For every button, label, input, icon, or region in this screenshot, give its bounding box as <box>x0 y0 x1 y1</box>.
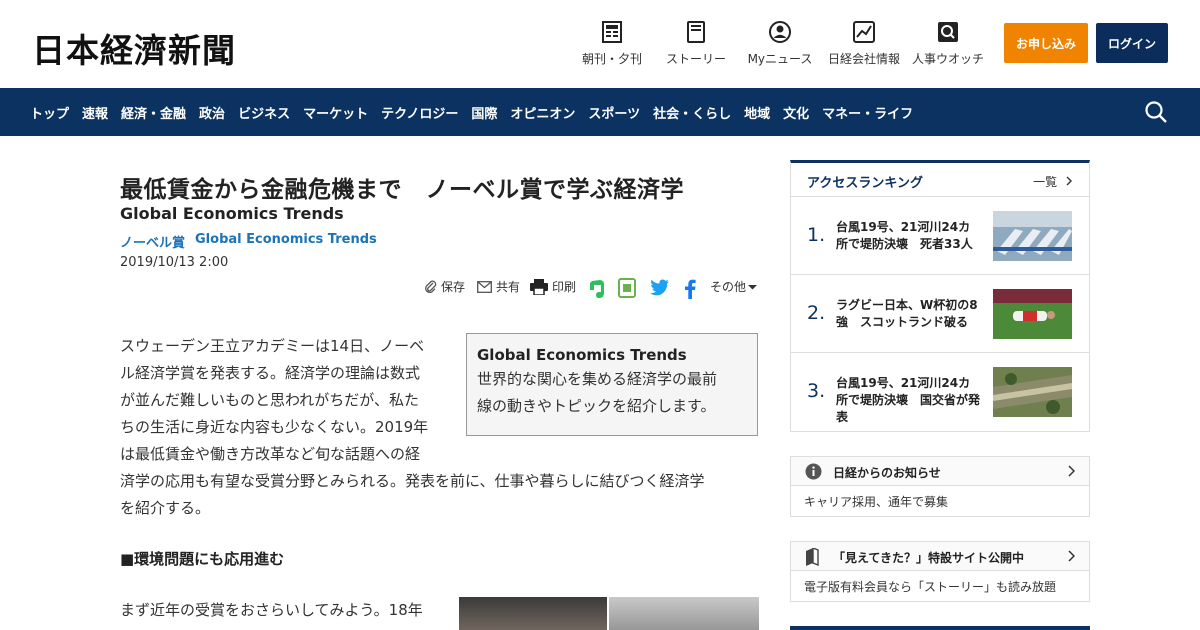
notice-title: 日経からのお知らせ <box>833 466 941 480</box>
nav-item[interactable]: テクノロジー <box>381 103 458 122</box>
ranking-title: アクセスランキング <box>807 176 923 191</box>
article-line: を紹介する。 <box>120 499 211 517</box>
tag-link[interactable]: Global Economics Trends <box>195 232 377 251</box>
nav-item[interactable]: トップ <box>30 103 69 122</box>
site-header: 日本経濟新聞 朝刊・夕刊 ストーリー Myニュース 日経会社情報 人事ウオッチ … <box>0 0 1200 88</box>
sidebar-module-top-border <box>790 626 1090 630</box>
header-nav-company[interactable]: 日経会社情報 <box>826 20 902 67</box>
article-lead: スウェーデン王立アカデミーは14日、ノーベ ル経済学賞を発表する。経済学の理論は… <box>120 333 705 522</box>
ranking-item[interactable]: 2. ラグビー日本、W杯初の8強 スコットランド破る <box>791 275 1089 353</box>
evernote-icon[interactable] <box>588 279 610 299</box>
ranking-thumbnail <box>993 211 1072 261</box>
ranking-item[interactable]: 3. 台風19号、21河川24カ所で堤防決壊 国交省が発表 <box>791 353 1089 431</box>
site-logo[interactable]: 日本経濟新聞 <box>32 24 236 72</box>
notice-box[interactable]: 「見えてきた？」特設サイト公開中 電子版有料会員なら「ストーリー」も読み放題 <box>790 541 1090 602</box>
nav-item[interactable]: ビジネス <box>238 103 290 122</box>
header-nav-story[interactable]: ストーリー <box>664 20 728 67</box>
article-line: まず近年の受賞をおさらいしてみよう。18年 <box>120 601 423 619</box>
main-nav: トップ 速報 経済・金融 政治 ビジネス マーケット テクノロジー 国際 オピニオン スポーツ 社会… <box>0 88 1200 136</box>
nav-item[interactable]: 文化 <box>783 103 809 122</box>
article-subtitle: Global Economics Trends <box>120 204 344 223</box>
book-icon <box>806 548 819 566</box>
chevron-right-icon <box>1068 550 1075 562</box>
chart-icon <box>852 20 876 44</box>
clip-icon <box>425 280 437 293</box>
facebook-icon[interactable] <box>684 279 700 299</box>
article-line: 済学の応用も有望な受賞分野とみられる。発表を前に、仕事や暮らしに結びつく経済学 <box>120 472 705 490</box>
more-button[interactable]: その他 <box>710 278 761 295</box>
nav-item[interactable]: マーケット <box>303 103 368 122</box>
nav-item[interactable]: 地域 <box>744 103 770 122</box>
subscribe-button[interactable]: お申し込み <box>1004 23 1088 63</box>
article-line: ル経済学賞を発表する。経済学の理論は数式 <box>120 364 421 382</box>
ranking-header: アクセスランキング 一覧 <box>791 163 1089 197</box>
access-ranking: アクセスランキング 一覧 1. 台風19号、21河川24カ所で堤防決壊 死者33… <box>790 160 1090 432</box>
article-line: が並んだ難しいものと思われがちだが、私た <box>120 391 419 409</box>
article-line: は最低賃金や働き方改革など旬な話題への経 <box>120 445 421 463</box>
save-button[interactable]: 保存 <box>424 278 465 295</box>
login-button[interactable]: ログイン <box>1096 23 1168 63</box>
search-icon[interactable] <box>1144 100 1168 124</box>
chevron-right-icon <box>1066 176 1072 186</box>
notice-header: 「見えてきた？」特設サイト公開中 <box>791 542 1089 571</box>
section-heading: ■環境問題にも応用進む <box>120 550 285 568</box>
caret-down-icon <box>748 284 758 289</box>
notice-title: 「見えてきた？」特設サイト公開中 <box>833 551 1025 565</box>
info-icon <box>805 463 822 480</box>
chevron-right-icon <box>1068 465 1075 477</box>
nav-item[interactable]: 経済・金融 <box>121 103 186 122</box>
ranking-headline[interactable]: 台風19号、21河川24カ所で堤防決壊 死者33人 <box>836 219 982 253</box>
nav-item[interactable]: 社会・くらし <box>653 103 731 122</box>
header-nav-mynews[interactable]: Myニュース <box>746 20 814 67</box>
ranking-number: 3. <box>807 380 826 402</box>
printer-icon <box>530 278 548 295</box>
book-icon <box>684 20 708 44</box>
ranking-number: 1. <box>807 224 826 246</box>
pocket-icon[interactable] <box>618 278 640 298</box>
mail-icon <box>477 280 492 293</box>
user-icon <box>768 20 792 44</box>
ranking-more-link[interactable]: 一覧 <box>1033 173 1073 190</box>
nav-item[interactable]: 国際 <box>471 103 497 122</box>
main-nav-list: トップ 速報 経済・金融 政治 ビジネス マーケット テクノロジー 国際 オピニオン スポーツ 社会… <box>30 88 926 136</box>
ranking-item[interactable]: 1. 台風19号、21河川24カ所で堤防決壊 死者33人 <box>791 197 1089 275</box>
article-actions: 保存 共有 印刷 その他 <box>424 278 760 300</box>
tag-link[interactable]: ノーベル賞 <box>120 232 185 251</box>
article-line: スウェーデン王立アカデミーは14日、ノーベ <box>120 337 425 355</box>
article-title: 最低賃金から金融危機まで ノーベル賞で学ぶ経済学 <box>120 177 684 203</box>
nav-item[interactable]: オピニオン <box>510 103 575 122</box>
nav-item[interactable]: マネー・ライフ <box>822 103 913 122</box>
notice-box[interactable]: 日経からのお知らせ キャリア採用、通年で募集 <box>790 456 1090 517</box>
article-photo <box>459 597 759 630</box>
ranking-number: 2. <box>807 302 826 324</box>
notice-header: 日経からのお知らせ <box>791 457 1089 486</box>
article-tags: ノーベル賞 Global Economics Trends <box>120 232 387 251</box>
notice-body[interactable]: キャリア採用、通年で募集 <box>804 493 948 510</box>
header-nav-paper[interactable]: 朝刊・夕刊 <box>580 20 644 67</box>
ranking-headline[interactable]: 台風19号、21河川24カ所で堤防決壊 国交省が発表 <box>836 375 982 426</box>
article-date: 2019/10/13 2:00 <box>120 255 229 270</box>
share-button[interactable]: 共有 <box>477 278 520 295</box>
newspaper-icon <box>600 20 624 44</box>
twitter-icon[interactable] <box>650 279 674 296</box>
print-button[interactable]: 印刷 <box>530 278 576 295</box>
ranking-thumbnail <box>993 367 1072 417</box>
photo-person-1 <box>459 597 607 630</box>
article-line: ちの生活に身近な内容も少なくない。2019年 <box>120 418 429 436</box>
ranking-headline[interactable]: ラグビー日本、W杯初の8強 スコットランド破る <box>836 297 982 331</box>
header-nav-jinji[interactable]: 人事ウオッチ <box>910 20 986 67</box>
notice-body[interactable]: 電子版有料会員なら「ストーリー」も読み放題 <box>804 578 1056 595</box>
ranking-thumbnail <box>993 289 1072 339</box>
photo-person-2 <box>609 597 759 630</box>
magnifier-icon <box>936 20 960 44</box>
nav-item[interactable]: 政治 <box>199 103 225 122</box>
nav-item[interactable]: 速報 <box>82 103 108 122</box>
nav-item[interactable]: スポーツ <box>588 103 640 122</box>
